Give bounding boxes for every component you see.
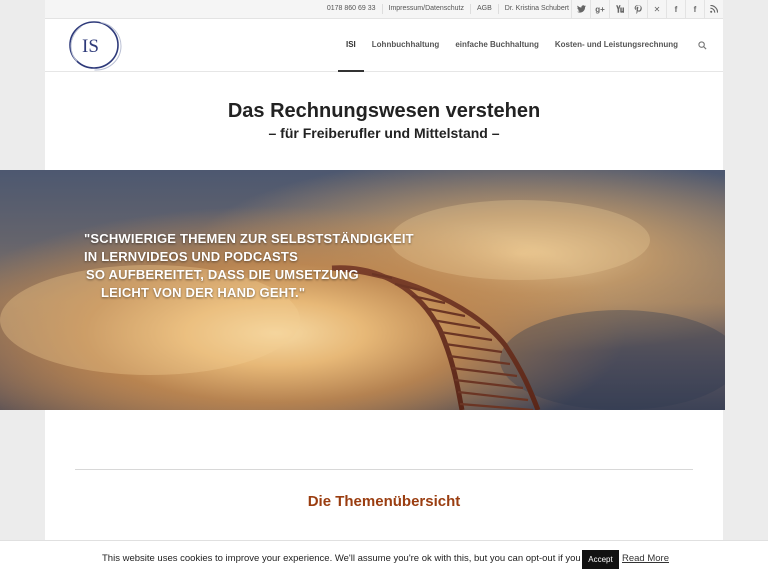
nav-item-lohnbuchhaltung[interactable]: Lohnbuchhaltung bbox=[364, 19, 448, 71]
site-header: IS ISI Lohnbuchhaltung einfache Buchhalt… bbox=[45, 19, 723, 72]
quote-line: LEICHT VON DER HAND GEHT." bbox=[101, 285, 306, 300]
agb-link[interactable]: AGB bbox=[470, 4, 498, 14]
twitter-icon[interactable] bbox=[571, 0, 590, 18]
hero-banner: "SCHWIERIGE THEMEN ZUR SELBSTSTÄNDIGKEIT… bbox=[0, 170, 725, 410]
cookie-read-more-link[interactable]: Read More bbox=[622, 553, 669, 564]
facebook-icon[interactable]: f bbox=[666, 0, 685, 18]
section-divider bbox=[75, 469, 693, 470]
main-nav: ISI Lohnbuchhaltung einfache Buchhaltung… bbox=[338, 19, 707, 72]
page-title-block: Das Rechnungswesen verstehen – für Freib… bbox=[45, 100, 723, 141]
page-subtitle: – für Freiberufler und Mittelstand – bbox=[268, 125, 500, 141]
author-link[interactable]: Dr. Kristina Schubert bbox=[497, 4, 575, 14]
quote-line: IN LERNVIDEOS UND PODCASTS bbox=[84, 249, 298, 264]
logo-letters: IS bbox=[82, 36, 99, 57]
cookie-banner: This website uses cookies to improve you… bbox=[0, 540, 768, 577]
hero-quote: "SCHWIERIGE THEMEN ZUR SELBSTSTÄNDIGKEIT… bbox=[84, 230, 414, 302]
top-bar: 0178 860 69 33 Impressum/Datenschutz AGB… bbox=[45, 0, 723, 19]
facebook-icon-2[interactable]: f bbox=[685, 0, 704, 18]
impressum-link[interactable]: Impressum/Datenschutz bbox=[381, 4, 470, 14]
social-icons: g+ ✕ f f bbox=[571, 0, 723, 18]
cookie-accept-button[interactable]: Accept bbox=[582, 550, 619, 569]
nav-item-kosten-leistungsrechnung[interactable]: Kosten- und Leistungsrechnung bbox=[547, 19, 686, 71]
site-logo[interactable]: IS bbox=[67, 19, 123, 71]
search-icon[interactable] bbox=[686, 19, 707, 71]
quote-line: SO AUFBEREITET, DASS DIE UMSETZUNG bbox=[86, 267, 359, 282]
cookie-message: This website uses cookies to improve you… bbox=[102, 553, 605, 564]
nav-item-einfache-buchhaltung[interactable]: einfache Buchhaltung bbox=[447, 19, 547, 71]
xing-icon[interactable]: ✕ bbox=[647, 0, 666, 18]
page-title: Das Rechnungswesen verstehen bbox=[227, 100, 541, 122]
nav-item-isi[interactable]: ISI bbox=[338, 19, 364, 72]
pinterest-icon[interactable] bbox=[628, 0, 647, 18]
rss-icon[interactable] bbox=[704, 0, 723, 18]
quote-line: "SCHWIERIGE THEMEN ZUR SELBSTSTÄNDIGKEIT bbox=[84, 231, 414, 246]
phone-link[interactable]: 0178 860 69 33 bbox=[321, 4, 382, 14]
google-plus-icon[interactable]: g+ bbox=[590, 0, 609, 18]
section-title: Die Themenübersicht bbox=[307, 493, 461, 510]
youtube-icon[interactable] bbox=[609, 0, 628, 18]
